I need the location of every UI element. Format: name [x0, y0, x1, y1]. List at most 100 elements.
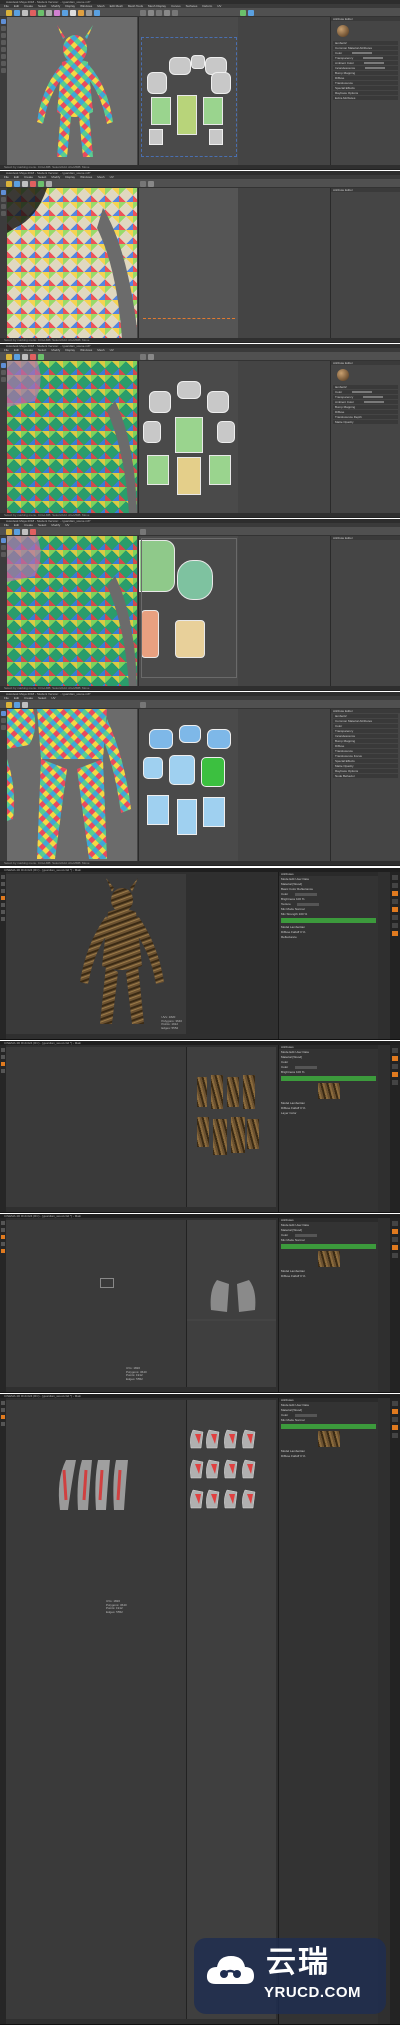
attr-row[interactable]: Extra Attributes — [333, 96, 398, 100]
tool-icon[interactable] — [1, 1062, 5, 1066]
tool-icon[interactable] — [1, 1221, 5, 1225]
c4d-viewport-1[interactable]: UVs: 1820 Polygons: 3640 Points: 1912 Ed… — [6, 874, 186, 1034]
uv-shell[interactable] — [227, 1077, 239, 1107]
tool-icon[interactable] — [1, 917, 5, 921]
shelf-icon[interactable] — [78, 10, 84, 16]
shelf-icon[interactable] — [240, 10, 246, 16]
attr-row[interactable]: Diffuse Falloff 0 % — [281, 930, 376, 934]
tab-icon[interactable] — [392, 1080, 398, 1085]
tab-icon[interactable] — [392, 891, 398, 896]
uv-shell[interactable] — [169, 755, 195, 785]
shelf-icon[interactable] — [6, 354, 12, 360]
c4d-uv-editor-4[interactable] — [186, 1400, 276, 2019]
attr-row[interactable]: Mix Mode Normal — [281, 907, 376, 911]
c4d-viewport-2[interactable] — [6, 1047, 186, 1207]
attr-row[interactable]: Mode Edit User Data — [281, 1223, 376, 1227]
move-tool-icon[interactable] — [1, 33, 6, 38]
uv-shell[interactable] — [209, 455, 231, 485]
tool-icon[interactable] — [1, 1055, 5, 1059]
uv-shell[interactable] — [147, 795, 169, 825]
attr-row[interactable]: Diffuse — [333, 410, 398, 414]
tab-icon[interactable] — [392, 883, 398, 888]
attr-row[interactable]: Translucence Depth — [333, 415, 398, 419]
shelf-icon[interactable] — [156, 10, 162, 16]
uv-editor-3[interactable] — [138, 361, 238, 514]
uv-shell[interactable] — [177, 457, 201, 495]
tool-icon[interactable] — [1, 1235, 5, 1239]
tool-icon[interactable] — [1, 1242, 5, 1246]
tool-icon[interactable] — [1, 1249, 5, 1253]
attr-row[interactable]: Ambient Color — [333, 400, 398, 404]
shelf-icon[interactable] — [140, 354, 146, 360]
viewport-3d-4[interactable] — [7, 536, 137, 687]
attr-row[interactable]: Matte Opacity — [333, 764, 398, 768]
tab-icon[interactable] — [392, 1064, 398, 1069]
move-tool-icon[interactable] — [1, 725, 6, 730]
uv-shell[interactable] — [197, 1077, 207, 1107]
attr-row[interactable]: Diffuse Falloff 0 % — [281, 1454, 376, 1458]
tool-icon[interactable] — [1, 889, 5, 893]
shelf-icon[interactable] — [140, 702, 146, 708]
tab-icon[interactable] — [392, 915, 398, 920]
attr-row[interactable]: Translucence Focus — [333, 754, 398, 758]
attr-row[interactable]: Mix Mode Normal — [281, 1418, 376, 1422]
shelf-icon[interactable] — [38, 10, 44, 16]
lasso-tool-icon[interactable] — [1, 370, 6, 375]
select-tool-icon[interactable] — [1, 190, 6, 195]
shelf-icon[interactable] — [6, 10, 12, 16]
tab-icon[interactable] — [392, 1425, 398, 1430]
attr-row[interactable]: Bump Mapping — [333, 71, 398, 75]
uv-shell[interactable] — [217, 421, 235, 443]
shelf-icon[interactable] — [30, 354, 36, 360]
attr-row[interactable]: Transparency — [333, 395, 398, 399]
attr-row[interactable]: Bump Mapping — [333, 405, 398, 409]
attr-row[interactable]: Transparency — [333, 729, 398, 733]
attr-row[interactable]: lambert2 — [333, 714, 398, 718]
uv-editor-2[interactable] — [138, 188, 238, 339]
viewport-3d-2[interactable] — [7, 188, 137, 339]
shelf-icon[interactable] — [22, 10, 28, 16]
uv-shell[interactable] — [149, 729, 173, 749]
attr-row[interactable]: Diffuse — [333, 744, 398, 748]
lasso-tool-icon[interactable] — [1, 197, 6, 202]
attr-row[interactable]: Model Lambertian — [281, 1449, 376, 1453]
shelf-icon[interactable] — [46, 10, 52, 16]
attr-row[interactable]: Color — [333, 724, 398, 728]
tool-icon[interactable] — [1, 1069, 5, 1073]
attr-row[interactable]: Model Lambertian — [281, 1269, 376, 1273]
c4d-viewport-4[interactable]: UVs: 1820 Polygons: 3640 Points: 1912 Ed… — [6, 1400, 186, 2019]
viewport-3d-1[interactable] — [7, 17, 137, 166]
uv-shell[interactable] — [231, 1117, 245, 1153]
attr-row[interactable]: Brightness 100 % — [281, 1070, 376, 1074]
attr-row[interactable]: Special Effects — [333, 759, 398, 763]
rotate-tool-icon[interactable] — [1, 40, 6, 45]
uv-shell[interactable] — [143, 421, 161, 443]
shelf-icon[interactable] — [14, 10, 20, 16]
tool-icon[interactable] — [1, 903, 5, 907]
tab-icon[interactable] — [392, 923, 398, 928]
uv-shell[interactable] — [203, 797, 225, 827]
uv-shell[interactable] — [179, 725, 201, 743]
tab-icon[interactable] — [392, 1229, 398, 1234]
tool-icon[interactable] — [1, 1048, 5, 1052]
shelf-icon[interactable] — [148, 10, 154, 16]
attr-row[interactable]: Common Material Attributes — [333, 719, 398, 723]
attr-row[interactable]: Model Lambertian — [281, 925, 376, 929]
shelf-icon[interactable] — [46, 181, 52, 187]
attr-row[interactable]: Basic Color Reflectance — [281, 887, 376, 891]
tab-icon[interactable] — [392, 1417, 398, 1422]
shelf-icon[interactable] — [14, 702, 20, 708]
attr-row[interactable]: Mode Edit User Data — [281, 1050, 376, 1054]
tab-icon[interactable] — [392, 1048, 398, 1053]
uv-shell[interactable] — [177, 381, 201, 399]
attr-row[interactable]: Diffuse — [333, 76, 398, 80]
attr-row[interactable]: Model Lambertian — [281, 1101, 376, 1105]
shelf-icon[interactable] — [86, 10, 92, 16]
attr-row[interactable]: Matte Opacity — [333, 420, 398, 424]
attr-row[interactable]: Raytrace Options — [333, 91, 398, 95]
shelf-icon[interactable] — [22, 702, 28, 708]
c4d-uv-editor-3[interactable] — [186, 1220, 276, 1387]
tool-icon[interactable] — [1, 1415, 5, 1419]
move-tool-icon[interactable] — [1, 204, 6, 209]
attr-row[interactable]: Diffuse Falloff 0 % — [281, 1106, 376, 1110]
